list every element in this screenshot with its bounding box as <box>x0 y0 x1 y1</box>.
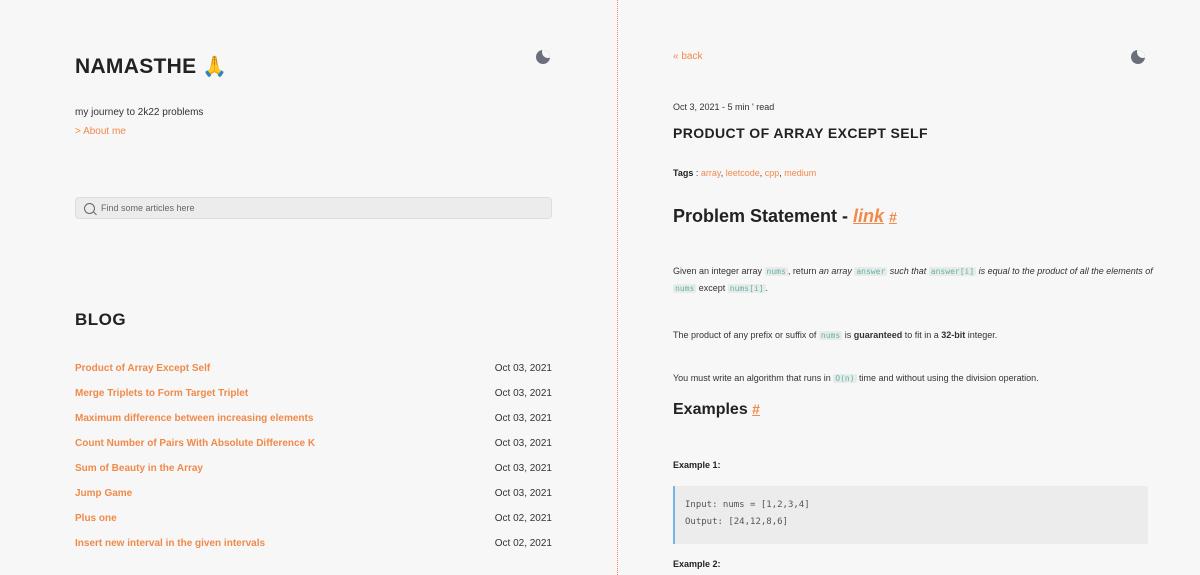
inline-code: nums <box>764 267 788 276</box>
post-date: Oct 03, 2021 <box>494 413 552 424</box>
anchor-link[interactable]: # <box>752 401 760 417</box>
text: to fit in a <box>902 330 942 340</box>
search-icon <box>84 202 95 214</box>
praying-hands-icon: 🙏 <box>202 56 228 78</box>
sidebar: NAMASTHE 🙏 my journey to 2k22 problems >… <box>0 0 617 575</box>
text: Given an integer array <box>673 266 765 276</box>
problem-link[interactable]: link <box>853 206 884 226</box>
dark-mode-moon-icon[interactable] <box>1131 50 1145 64</box>
list-item: Product of Array Except Self Oct 03, 2021 <box>75 356 552 381</box>
anchor-link[interactable]: # <box>889 209 897 225</box>
post-date: Oct 03, 2021 <box>494 463 552 474</box>
post-date: Oct 03, 2021 <box>494 388 552 399</box>
post-date: Oct 03, 2021 <box>494 363 552 374</box>
italic-text: such that <box>887 266 929 276</box>
problem-paragraph-2: The product of any prefix or suffix of n… <box>673 327 1153 344</box>
heading-text: Examples <box>673 401 748 418</box>
blog-post-link[interactable]: Count Number of Pairs With Absolute Diff… <box>75 438 315 449</box>
tags-label: Tags <box>673 168 694 178</box>
text: time and without using the division oper… <box>856 373 1039 383</box>
examples-heading: Examples # <box>673 401 760 419</box>
blog-post-link[interactable]: Sum of Beauty in the Array <box>75 463 203 474</box>
dark-mode-moon-icon[interactable] <box>536 50 550 64</box>
inline-code: answer[i] <box>928 267 977 276</box>
bold-text: guaranteed <box>853 330 903 340</box>
text: is <box>842 330 854 340</box>
inline-code: O(n) <box>833 374 857 383</box>
search-input[interactable] <box>101 203 541 213</box>
site-title-text: NAMASTHE <box>75 54 197 78</box>
problem-paragraph-3: You must write an algorithm that runs in… <box>673 370 1173 387</box>
label-text: Example 2 <box>673 559 718 569</box>
bold-text: 32-bit <box>941 330 966 340</box>
tag-link[interactable]: cpp <box>765 168 780 178</box>
list-item: Insert new interval in the given interva… <box>75 531 552 556</box>
text: The product of any prefix or suffix of <box>673 330 819 340</box>
inline-code: nums <box>673 284 697 293</box>
tag-link[interactable]: medium <box>784 168 816 178</box>
problem-statement-heading: Problem Statement - link # <box>673 206 897 227</box>
list-item: Plus one Oct 02, 2021 <box>75 506 552 531</box>
inline-code: answer <box>854 267 888 276</box>
site-title[interactable]: NAMASTHE 🙏 <box>75 54 228 79</box>
italic-text: is equal to the product of all the eleme… <box>976 266 1153 276</box>
post-meta: Oct 3, 2021 - 5 min ' read <box>673 102 775 112</box>
italic-text: an array <box>818 266 855 276</box>
search-box[interactable] <box>75 197 552 219</box>
tag-link[interactable]: leetcode <box>726 168 760 178</box>
text: You must write an algorithm that runs in <box>673 373 834 383</box>
post-date: Oct 02, 2021 <box>494 513 552 524</box>
blog-heading: BLOG <box>75 310 127 329</box>
label-text: Example 1 <box>673 460 718 470</box>
site-tagline: my journey to 2k22 problems <box>75 107 204 118</box>
post-date: Oct 02, 2021 <box>494 538 552 549</box>
inline-code: nums <box>818 331 843 340</box>
list-item: Maximum difference between increasing el… <box>75 406 552 431</box>
article: « back Oct 3, 2021 - 5 min ' read PRODUC… <box>618 0 1200 575</box>
list-item: Count Number of Pairs With Absolute Diff… <box>75 431 552 456</box>
text: integer. <box>965 330 998 340</box>
post-date: Oct 03, 2021 <box>494 488 552 499</box>
text: , return <box>787 266 819 276</box>
post-tags: Tags : array, leetcode, cpp, medium <box>673 168 817 178</box>
heading-text: Problem Statement - <box>673 206 854 226</box>
text: except <box>696 283 728 293</box>
example-1-label: Example 1: <box>673 460 721 470</box>
blog-post-link[interactable]: Jump Game <box>75 488 132 499</box>
post-date: Oct 03, 2021 <box>494 438 552 449</box>
post-title: PRODUCT OF ARRAY EXCEPT SELF <box>673 125 928 141</box>
example-2-label: Example 2: <box>673 559 721 569</box>
example-1-code-block: Input: nums = [1,2,3,4] Output: [24,12,8… <box>673 486 1148 544</box>
blog-list: Product of Array Except Self Oct 03, 2021… <box>75 356 552 556</box>
blog-post-link[interactable]: Insert new interval in the given interva… <box>75 538 265 549</box>
about-me-link[interactable]: > About me <box>75 126 126 137</box>
blog-post-link[interactable]: Product of Array Except Self <box>75 363 210 374</box>
blog-post-link[interactable]: Maximum difference between increasing el… <box>75 413 313 424</box>
blog-post-link[interactable]: Plus one <box>75 513 117 524</box>
list-item: Sum of Beauty in the Array Oct 03, 2021 <box>75 456 552 481</box>
inline-code: nums[i] <box>727 284 766 293</box>
tag-link[interactable]: array <box>701 168 721 178</box>
list-item: Merge Triplets to Form Target Triplet Oct… <box>75 381 552 406</box>
blog-post-link[interactable]: Merge Triplets to Form Target Triplet <box>75 388 248 399</box>
back-link[interactable]: « back <box>673 51 702 62</box>
text: . <box>765 283 769 293</box>
problem-paragraph-1: Given an integer array nums, return an a… <box>673 263 1153 297</box>
list-item: Jump Game Oct 03, 2021 <box>75 481 552 506</box>
